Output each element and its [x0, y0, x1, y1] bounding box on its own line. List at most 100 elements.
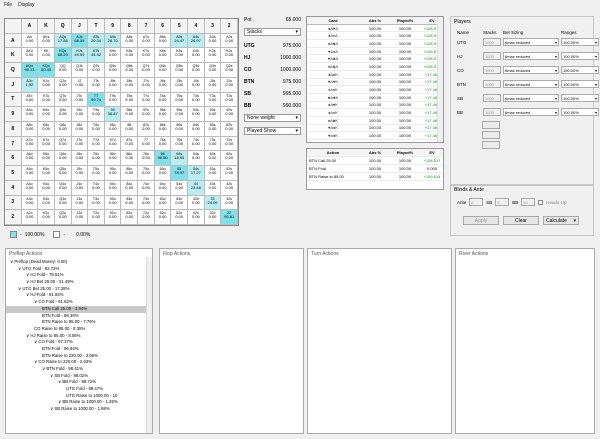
action-row[interactable]: BTN Fold 100.00 100.00 0.000: [307, 165, 443, 173]
action-row[interactable]: BTN Raise to 85.00 100.00 100.00 +159.614: [307, 173, 443, 181]
tree-node[interactable]: UTG Fold - 89.47%: [6, 386, 152, 393]
card-row[interactable]: ♠A♦K 100.00 100.00 +17.463: [307, 109, 443, 117]
hand-cell[interactable]: K9s 0.00: [104, 48, 122, 64]
hand-cell[interactable]: 63s 0.00: [204, 151, 222, 167]
hand-cell[interactable]: A4s 26.97: [188, 33, 205, 49]
hand-cell[interactable]: A9s 28.70: [104, 33, 122, 49]
hand-cell[interactable]: 97o 0.00: [104, 136, 122, 152]
range-select[interactable]: 100.00% ▾: [561, 80, 599, 88]
hand-cell[interactable]: JJ 0.00: [71, 77, 89, 93]
hand-cell[interactable]: 95o 0.00: [104, 166, 122, 181]
hand-cell[interactable]: A6o 0.00: [21, 151, 39, 167]
player-stack-input[interactable]: 1000: [483, 94, 501, 102]
hand-cell[interactable]: T2o 0.00: [88, 210, 105, 225]
card-row[interactable]: ♥A♦K 100.00 100.00 +17.463: [307, 132, 443, 140]
card-row[interactable]: ♥A♠K 100.00 100.00 +17.463: [307, 125, 443, 133]
hand-cell[interactable]: 22 95.81: [221, 210, 238, 225]
hand-cell[interactable]: J5s 0.00: [171, 77, 189, 93]
hand-cell[interactable]: AKo 0.00: [21, 48, 39, 64]
hand-cell[interactable]: 62s 0.00: [221, 151, 238, 167]
hand-cell[interactable]: 64o 0.00: [154, 180, 172, 196]
action-table-header[interactable]: Action: [307, 150, 359, 155]
hand-cell[interactable]: AQs 17.88: [54, 33, 72, 49]
hand-cell[interactable]: 54o 0.00: [171, 180, 189, 196]
hand-cell[interactable]: T9s 0.00: [104, 92, 122, 108]
menu-display[interactable]: Display: [18, 2, 34, 8]
hand-cell[interactable]: 32o 0.00: [204, 210, 222, 225]
action-table-header[interactable]: Played%: [391, 150, 419, 155]
range-select[interactable]: 100.00% ▾: [561, 66, 599, 74]
card-row[interactable]: ♥A♦A 100.00 100.00 +108.517: [307, 48, 443, 56]
hand-cell[interactable]: Q9o 0.00: [54, 107, 72, 122]
hand-cell[interactable]: J8o 0.00: [71, 122, 89, 137]
hand-cell[interactable]: 74o 0.00: [138, 180, 155, 196]
hand-cell[interactable]: Q3s 0.00: [204, 63, 222, 78]
hand-cell[interactable]: AJo 1.52: [21, 77, 39, 93]
hand-cell[interactable]: T8s 0.00: [121, 92, 139, 108]
card-table-header[interactable]: Card: [307, 18, 359, 23]
tree-node[interactable]: ∨ BTN Fold - 98.41%: [6, 366, 152, 373]
hand-cell[interactable]: JTs 0.00: [88, 77, 105, 93]
hand-cell[interactable]: AA 0.00: [21, 33, 39, 49]
hand-cell[interactable]: ATs 20.34: [88, 33, 105, 49]
apply-button[interactable]: Apply: [463, 216, 499, 225]
hand-cell[interactable]: A9o 0.00: [21, 107, 39, 122]
hand-cell[interactable]: 43o 0.00: [188, 195, 205, 211]
hand-cell[interactable]: Q3o 0.00: [54, 195, 72, 211]
hand-cell[interactable]: T7s 0.00: [138, 92, 155, 108]
hand-cell[interactable]: A7o 0.00: [21, 136, 39, 152]
hand-cell[interactable]: QTo 0.00: [54, 92, 72, 108]
hand-cell[interactable]: Q6s 0.00: [154, 63, 172, 78]
hand-cell[interactable]: 64s 0.00: [188, 151, 205, 167]
tree-node[interactable]: ∨ UTG Bet 25.00 - 17.28%: [6, 286, 152, 293]
player-stack-input[interactable]: 1000: [483, 80, 501, 88]
hand-cell[interactable]: KJs 49.99: [71, 48, 89, 64]
ante-input[interactable]: 0: [469, 198, 484, 206]
hand-cell[interactable]: KJo 0.00: [38, 77, 55, 93]
legend-swatch-secondary[interactable]: [53, 231, 61, 238]
hand-cell[interactable]: 86o 0.00: [121, 151, 139, 167]
hand-cell[interactable]: 87o 0.00: [121, 136, 139, 152]
hand-cell[interactable]: T7o 0.00: [88, 136, 105, 152]
street-select[interactable]: Stacks ▾: [244, 28, 301, 36]
bb-input[interactable]: 10: [521, 198, 536, 206]
hand-cell[interactable]: T4s 0.00: [188, 92, 205, 108]
hand-cell[interactable]: 53o 0.00: [171, 195, 189, 211]
hand-cell[interactable]: A2s 0.00: [221, 33, 238, 49]
card-row[interactable]: ♥A♥K 100.00 100.00 +17.463: [307, 79, 443, 87]
hand-cell[interactable]: J4s 0.00: [188, 77, 205, 93]
hand-cell[interactable]: K7s 0.00: [138, 48, 155, 64]
tree-node[interactable]: ∨ CO Raise to 220.00 - 2.63%: [6, 359, 152, 366]
hand-cell[interactable]: 83o 0.00: [121, 195, 139, 211]
hand-cell[interactable]: AKs 0.00: [38, 33, 55, 49]
hand-cell[interactable]: K7o 0.00: [38, 136, 55, 152]
range-select[interactable]: 100.00% ▾: [561, 38, 599, 46]
hand-cell[interactable]: 93s 0.00: [204, 107, 222, 122]
hand-cell[interactable]: A5s 24.47: [171, 33, 189, 49]
hand-cell[interactable]: AQo 95.13: [21, 63, 39, 78]
hand-cell[interactable]: A8o 0.00: [21, 122, 39, 137]
player-stack-input[interactable]: 1000: [483, 38, 501, 46]
tree-node[interactable]: ∨ CO Fold - 91.62%: [6, 299, 152, 306]
hand-cell[interactable]: 92s 0.00: [221, 107, 238, 122]
hand-cell[interactable]: 88 0.00: [121, 122, 139, 137]
tree-node[interactable]: UTG Raise to 1000.00 - 10: [6, 393, 152, 400]
clear-button[interactable]: Clear: [503, 216, 539, 225]
hand-cell[interactable]: A4o 0.00: [21, 180, 39, 196]
hand-cell[interactable]: 75o 0.00: [138, 166, 155, 181]
hand-cell[interactable]: Q5o 0.00: [54, 166, 72, 181]
hand-cell[interactable]: T2s 0.00: [221, 92, 238, 108]
hand-cell[interactable]: 95s 0.00: [171, 107, 189, 122]
tree-node[interactable]: BTN Call 25.00 - 3.94%: [6, 305, 152, 313]
hand-cell[interactable]: K6s 0.00: [154, 48, 172, 64]
hand-cell[interactable]: QQ 0.00: [54, 63, 72, 78]
hand-cell[interactable]: 65o 0.00: [154, 166, 172, 181]
hand-cell[interactable]: JTo 0.00: [71, 92, 89, 108]
tree-node[interactable]: ∨ Preflop (Dead Money: 0.00): [6, 259, 152, 266]
hand-cell[interactable]: 76s 0.00: [154, 136, 172, 152]
hand-cell[interactable]: Q9s 0.00: [104, 63, 122, 78]
hand-cell[interactable]: ATo 0.00: [21, 92, 39, 108]
hand-cell[interactable]: K8s 0.00: [121, 48, 139, 64]
hand-cell[interactable]: Q7o 0.00: [54, 136, 72, 152]
hand-cell[interactable]: 73o 0.00: [138, 195, 155, 211]
